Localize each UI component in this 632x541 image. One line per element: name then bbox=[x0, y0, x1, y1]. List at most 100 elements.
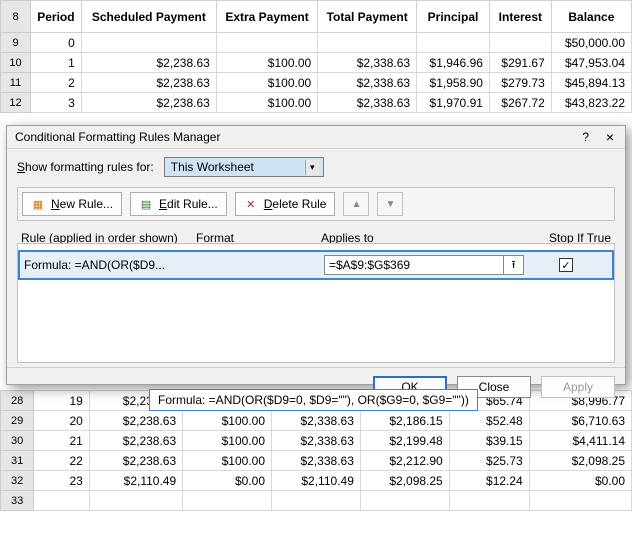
rowhdr-8[interactable]: 8 bbox=[1, 1, 31, 33]
cell[interactable]: $47,953.04 bbox=[551, 53, 631, 73]
new-rule-button[interactable]: ▦ New Rule... bbox=[22, 192, 122, 216]
cell[interactable]: 1 bbox=[31, 53, 82, 73]
cell[interactable]: $1,946.96 bbox=[417, 53, 490, 73]
cell[interactable] bbox=[529, 491, 631, 511]
cell[interactable]: $2,238.63 bbox=[89, 411, 182, 431]
cell[interactable]: $2,338.63 bbox=[272, 451, 361, 471]
rules-list: Formula: =AND(OR($D9... ⭱ ✓ Formula: =AN… bbox=[17, 243, 615, 363]
col-interest[interactable]: Interest bbox=[489, 1, 551, 33]
help-button[interactable]: ? bbox=[582, 130, 589, 144]
rowhdr-29[interactable]: 29 bbox=[1, 411, 34, 431]
cell[interactable]: $2,238.63 bbox=[89, 431, 182, 451]
cell[interactable]: $39.15 bbox=[449, 431, 529, 451]
delete-icon: ✕ bbox=[244, 197, 258, 211]
rule-row[interactable]: Formula: =AND(OR($D9... ⭱ ✓ bbox=[18, 250, 614, 280]
cell[interactable] bbox=[81, 33, 216, 53]
cell[interactable]: $279.73 bbox=[489, 73, 551, 93]
col-principal[interactable]: Principal bbox=[417, 1, 490, 33]
cell[interactable]: 3 bbox=[31, 93, 82, 113]
dialog-title: Conditional Formatting Rules Manager bbox=[15, 130, 220, 144]
cell[interactable]: $1,970.91 bbox=[417, 93, 490, 113]
cell[interactable]: 23 bbox=[34, 471, 90, 491]
cell[interactable]: $2,238.63 bbox=[81, 53, 216, 73]
cell[interactable]: $100.00 bbox=[216, 93, 317, 113]
close-icon[interactable]: × bbox=[603, 130, 617, 144]
rowhdr-11[interactable]: 11 bbox=[1, 73, 31, 93]
rowhdr-10[interactable]: 10 bbox=[1, 53, 31, 73]
cell[interactable]: 0 bbox=[31, 33, 82, 53]
col-extra[interactable]: Extra Payment bbox=[216, 1, 317, 33]
cell[interactable]: $2,186.15 bbox=[360, 411, 449, 431]
cell[interactable]: $2,338.63 bbox=[318, 53, 417, 73]
cell[interactable]: $25.73 bbox=[449, 451, 529, 471]
apply-button[interactable]: Apply bbox=[541, 376, 615, 398]
applies-to-field[interactable]: ⭱ bbox=[324, 255, 524, 275]
cell[interactable]: $45,894.13 bbox=[551, 73, 631, 93]
cell[interactable]: $2,338.63 bbox=[318, 73, 417, 93]
rowhdr-31[interactable]: 31 bbox=[1, 451, 34, 471]
worksheet-grid[interactable]: 8 Period Scheduled Payment Extra Payment… bbox=[0, 0, 632, 113]
cell[interactable]: $100.00 bbox=[183, 431, 272, 451]
scope-dropdown-value: This Worksheet bbox=[171, 160, 254, 174]
cell[interactable] bbox=[183, 491, 272, 511]
delete-rule-button[interactable]: ✕ Delete Rule bbox=[235, 192, 336, 216]
col-balance[interactable]: Balance bbox=[551, 1, 631, 33]
cell[interactable]: $43,823.22 bbox=[551, 93, 631, 113]
cell[interactable]: $1,958.90 bbox=[417, 73, 490, 93]
cell[interactable]: $2,338.63 bbox=[272, 411, 361, 431]
cell[interactable]: $2,338.63 bbox=[318, 93, 417, 113]
cell[interactable]: 22 bbox=[34, 451, 90, 471]
move-down-button[interactable]: ▼ bbox=[377, 192, 403, 216]
cell[interactable] bbox=[449, 491, 529, 511]
cell[interactable] bbox=[360, 491, 449, 511]
cell[interactable]: $0.00 bbox=[529, 471, 631, 491]
rowhdr-32[interactable]: 32 bbox=[1, 471, 34, 491]
stop-if-true-checkbox[interactable]: ✓ bbox=[559, 258, 573, 272]
cell[interactable] bbox=[318, 33, 417, 53]
cell[interactable] bbox=[89, 491, 182, 511]
col-scheduled[interactable]: Scheduled Payment bbox=[81, 1, 216, 33]
cell[interactable]: $100.00 bbox=[183, 411, 272, 431]
cell[interactable]: $52.48 bbox=[449, 411, 529, 431]
col-period[interactable]: Period bbox=[31, 1, 82, 33]
cell[interactable]: $2,098.25 bbox=[529, 451, 631, 471]
rowhdr-30[interactable]: 30 bbox=[1, 431, 34, 451]
cell[interactable]: $291.67 bbox=[489, 53, 551, 73]
cell[interactable]: $2,238.63 bbox=[81, 73, 216, 93]
cell[interactable]: $50,000.00 bbox=[551, 33, 631, 53]
cell[interactable]: $2,110.49 bbox=[272, 471, 361, 491]
edit-rule-button[interactable]: ▤ Edit Rule... bbox=[130, 192, 227, 216]
rowhdr-12[interactable]: 12 bbox=[1, 93, 31, 113]
cell[interactable]: $2,098.25 bbox=[360, 471, 449, 491]
cell[interactable] bbox=[216, 33, 317, 53]
col-total[interactable]: Total Payment bbox=[318, 1, 417, 33]
cell[interactable]: $2,338.63 bbox=[272, 431, 361, 451]
cell[interactable] bbox=[489, 33, 551, 53]
cell[interactable]: $12.24 bbox=[449, 471, 529, 491]
scope-dropdown[interactable]: This Worksheet ▾ bbox=[164, 157, 324, 177]
cell[interactable]: $2,212.90 bbox=[360, 451, 449, 471]
cell[interactable]: $6,710.63 bbox=[529, 411, 631, 431]
cell[interactable]: $2,238.63 bbox=[81, 93, 216, 113]
rowhdr-33[interactable]: 33 bbox=[1, 491, 34, 511]
cell[interactable]: 2 bbox=[31, 73, 82, 93]
cell[interactable]: $100.00 bbox=[216, 53, 317, 73]
cell[interactable]: $100.00 bbox=[183, 451, 272, 471]
cell[interactable] bbox=[34, 491, 90, 511]
new-rule-icon: ▦ bbox=[31, 197, 45, 211]
cell[interactable]: $4,411.14 bbox=[529, 431, 631, 451]
cell[interactable]: $2,238.63 bbox=[89, 451, 182, 471]
applies-to-input[interactable] bbox=[325, 258, 503, 272]
cell[interactable]: $2,199.48 bbox=[360, 431, 449, 451]
cell[interactable] bbox=[417, 33, 490, 53]
move-up-button[interactable]: ▲ bbox=[343, 192, 369, 216]
cell[interactable] bbox=[272, 491, 361, 511]
range-selector-icon[interactable]: ⭱ bbox=[503, 256, 523, 275]
cell[interactable]: $267.72 bbox=[489, 93, 551, 113]
cell[interactable]: $100.00 bbox=[216, 73, 317, 93]
cell[interactable]: $0.00 bbox=[183, 471, 272, 491]
cell[interactable]: 20 bbox=[34, 411, 90, 431]
cell[interactable]: $2,110.49 bbox=[89, 471, 182, 491]
cell[interactable]: 21 bbox=[34, 431, 90, 451]
rowhdr-9[interactable]: 9 bbox=[1, 33, 31, 53]
